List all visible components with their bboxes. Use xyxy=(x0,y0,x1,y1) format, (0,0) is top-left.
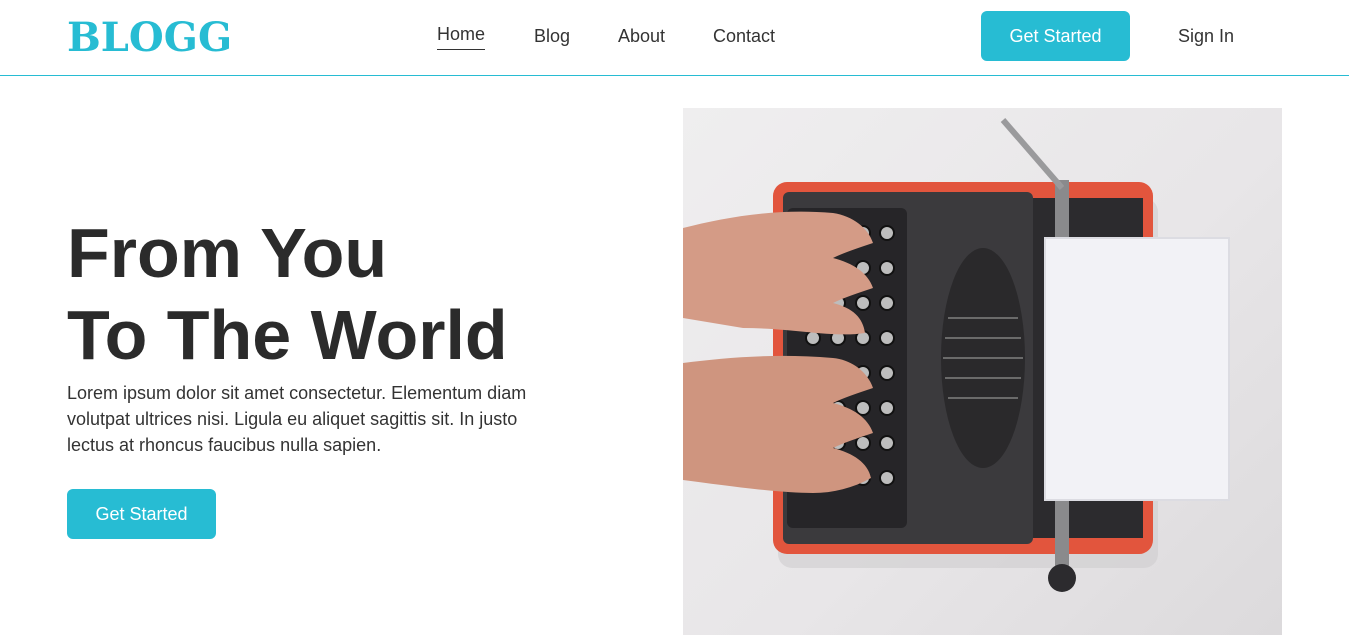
nav-item-blog[interactable]: Blog xyxy=(534,26,570,51)
hero-title-line-1: From You xyxy=(67,214,388,292)
hero-typewriter-image xyxy=(683,108,1282,635)
typewriter-illustration xyxy=(683,118,1230,592)
nav-item-about[interactable]: About xyxy=(618,26,665,51)
sign-in-link[interactable]: Sign In xyxy=(1178,26,1234,47)
hero-description: Lorem ipsum dolor sit amet consectetur. … xyxy=(67,383,527,455)
hero-title: From You To The World xyxy=(67,212,587,376)
hero-get-started-button[interactable]: Get Started xyxy=(67,489,216,539)
get-started-button[interactable]: Get Started xyxy=(981,11,1130,61)
nav-item-contact[interactable]: Contact xyxy=(713,26,775,51)
site-header: BLOGG Home Blog About Contact Get Starte… xyxy=(0,0,1349,76)
nav-item-home[interactable]: Home xyxy=(437,24,486,50)
logo[interactable]: BLOGG xyxy=(67,14,232,61)
hero-title-line-2: To The World xyxy=(67,296,508,374)
